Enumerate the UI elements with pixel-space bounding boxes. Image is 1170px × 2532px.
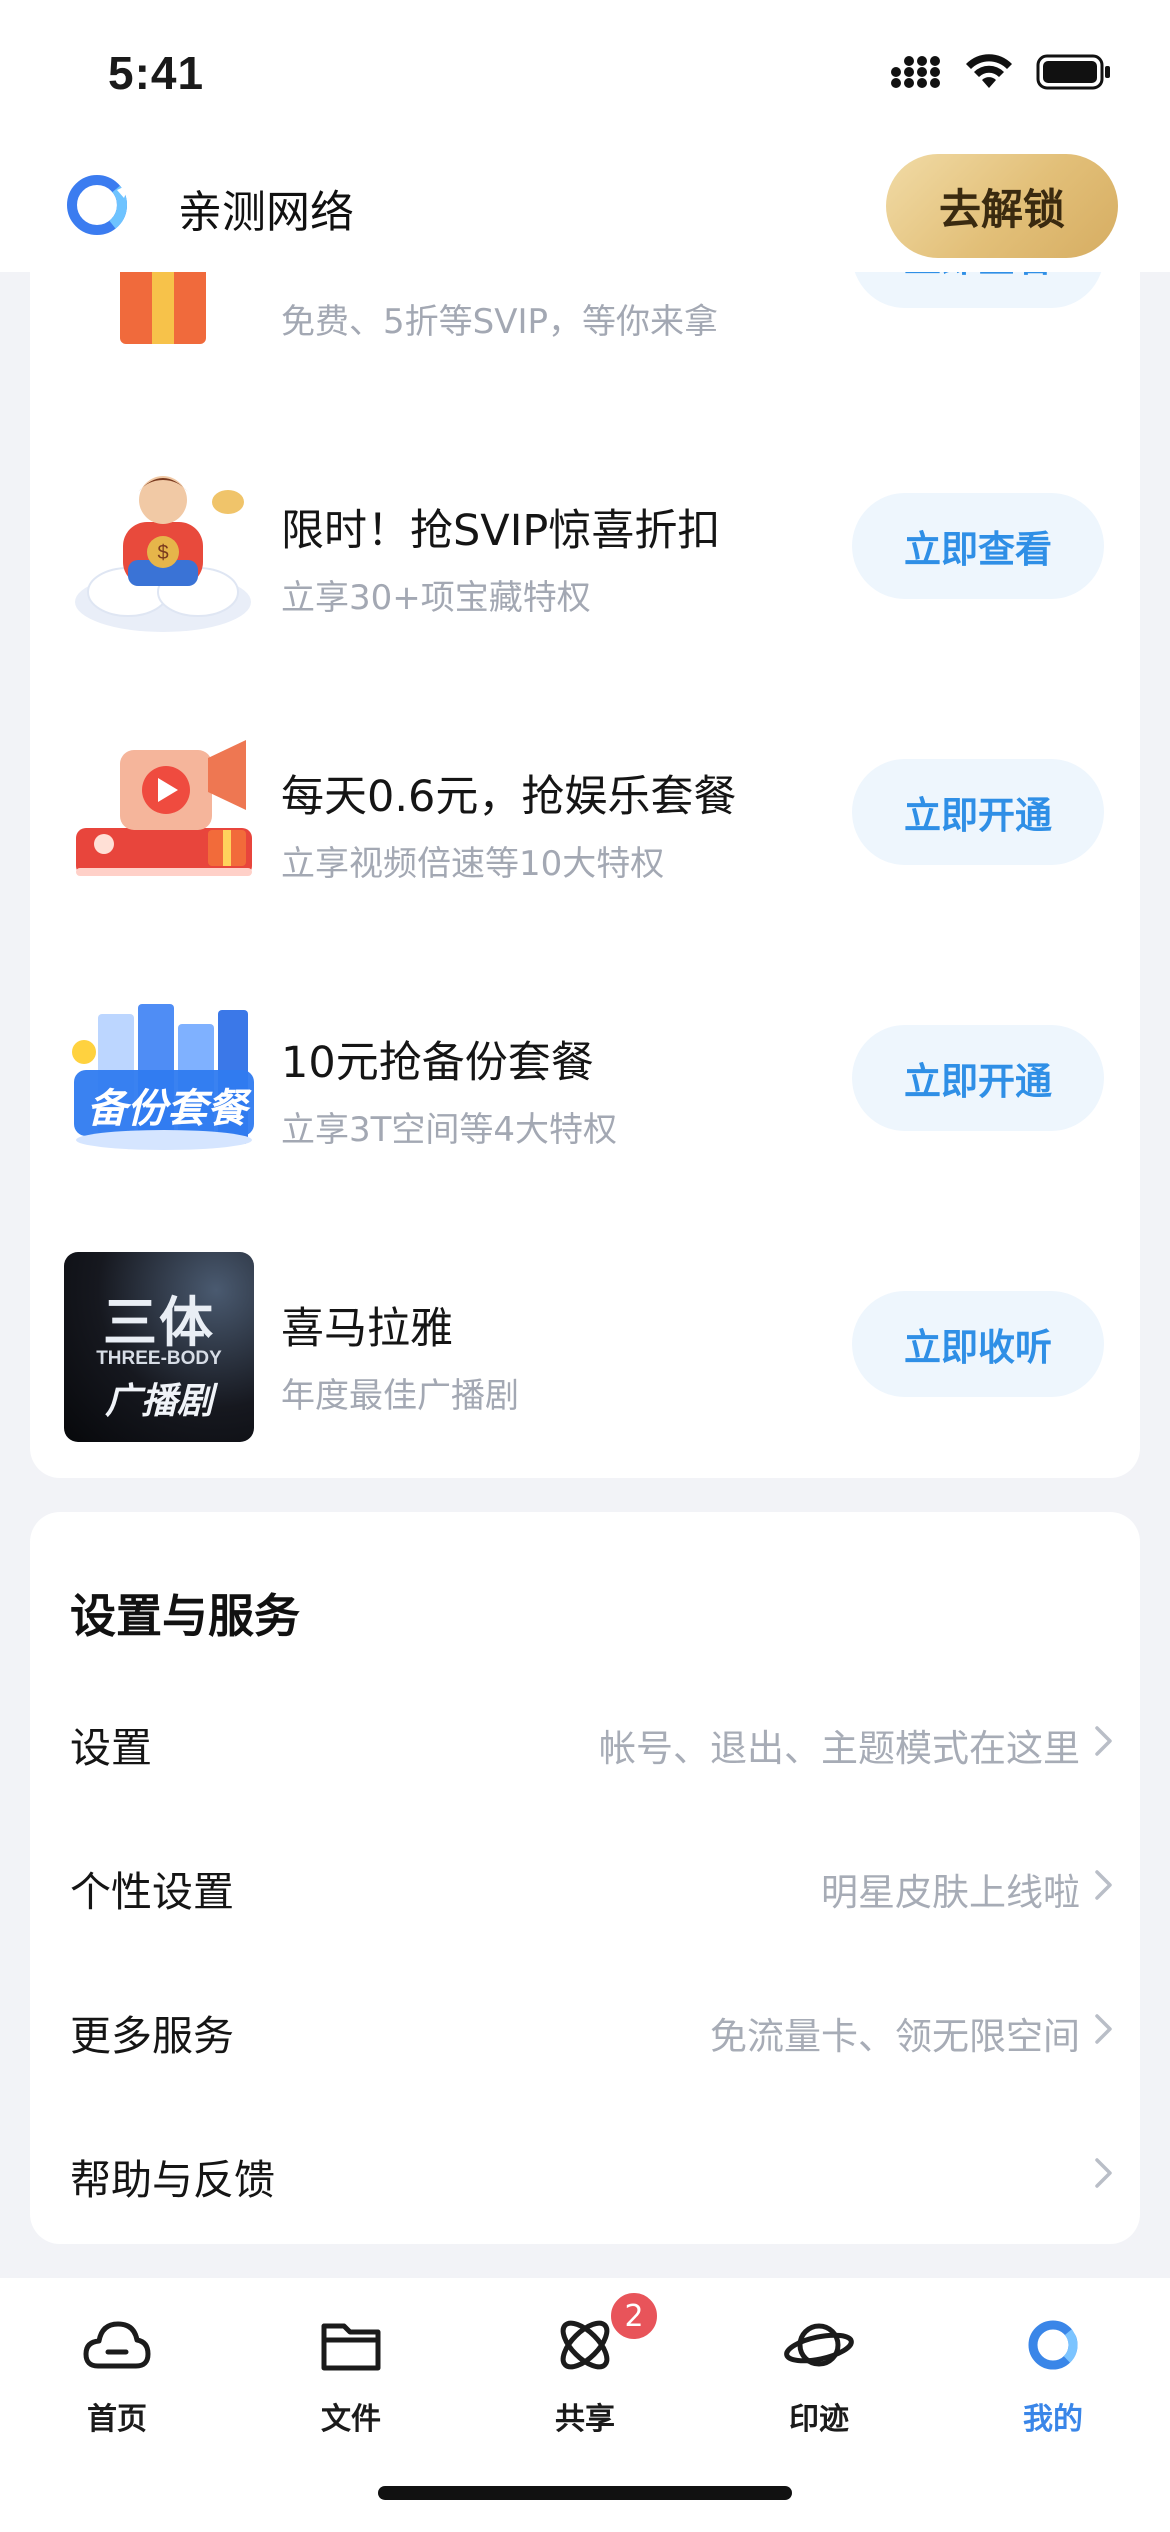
home-indicator: [378, 2486, 792, 2500]
tab-footprint[interactable]: 印迹: [702, 2278, 936, 2458]
row-hint: 明星皮肤上线啦: [821, 1871, 1080, 1914]
poster-tag: 广播剧: [104, 1381, 213, 1422]
promo-title: 限时！抢SVIP惊喜折扣: [281, 506, 721, 556]
settings-row-more-services[interactable]: 更多服务 免流量卡、领无限空间: [30, 1960, 1140, 2100]
unlock-button[interactable]: 去解锁: [886, 154, 1118, 258]
row-label: 个性设置: [70, 1868, 234, 1916]
status-icons: [890, 54, 1112, 90]
settings-card: 设置与服务 设置 帐号、退出、主题模式在这里 个性设置 明星皮肤上线啦 更多服务…: [30, 1512, 1140, 2244]
promo-button[interactable]: 立即开通: [852, 1025, 1104, 1131]
poster-subtitle: THREE-BODY: [96, 1348, 222, 1369]
promo-button[interactable]: 立即查看: [852, 493, 1104, 599]
tab-label: 文件: [321, 2402, 381, 2437]
promo-item[interactable]: 三体 THREE-BODY 广播剧 喜马拉雅 年度最佳广播剧 立即收听: [30, 1250, 1140, 1450]
promo-title: 喜马拉雅: [281, 1304, 453, 1354]
gift-box-icon: [120, 272, 206, 344]
chevron-right-icon: [1095, 1870, 1112, 1900]
row-label: 设置: [70, 1724, 152, 1772]
svg-text:$: $: [157, 542, 168, 564]
promo-title: 10元抢备份套餐: [281, 1038, 594, 1088]
chevron-right-icon: [1095, 2158, 1112, 2188]
three-body-poster: 三体 THREE-BODY 广播剧: [64, 1252, 254, 1442]
notification-badge: 2: [608, 2290, 660, 2342]
row-label: 帮助与反馈: [70, 2156, 275, 2204]
svip-discount-illustration: $: [75, 476, 251, 632]
planet-icon: [784, 2323, 854, 2367]
battery-icon: [1036, 54, 1110, 90]
tab-files[interactable]: 文件: [234, 2278, 468, 2458]
promo-subtitle: 免费、5折等SVIP，等你来拿: [281, 302, 719, 342]
backup-thumb-text: 备份套餐: [87, 1086, 247, 1132]
chevron-right-icon: [1095, 1726, 1112, 1756]
promo-button[interactable]: 立即收听: [852, 1291, 1104, 1397]
folder-icon: [321, 2323, 381, 2371]
wifi-icon: [966, 54, 1012, 88]
promo-button[interactable]: 立即开通: [852, 759, 1104, 865]
promo-subtitle: 立享视频倍速等10大特权: [281, 844, 665, 884]
cloud-icon: [83, 2321, 151, 2369]
promo-subtitle: 年度最佳广播剧: [281, 1376, 519, 1416]
promo-item[interactable]: 每天0.6元，抢娱乐套餐 立享视频倍速等10大特权 立即开通: [30, 718, 1140, 918]
settings-row-help-feedback[interactable]: 帮助与反馈: [30, 2104, 1140, 2244]
promo-subtitle: 立享30+项宝藏特权: [281, 578, 591, 618]
tab-home[interactable]: 首页: [0, 2278, 234, 2458]
app-logo-icon[interactable]: [62, 170, 132, 240]
status-bar: 5:41: [0, 0, 1170, 150]
row-hint: 帐号、退出、主题模式在这里: [599, 1727, 1080, 1770]
row-label: 更多服务: [70, 2012, 234, 2060]
row-hint: 免流量卡、领无限空间: [710, 2015, 1080, 2058]
chevron-right-icon: [1095, 2014, 1112, 2044]
tab-me[interactable]: 我的: [936, 2278, 1170, 2458]
tab-label: 印迹: [789, 2402, 849, 2437]
tab-label: 首页: [87, 2402, 147, 2437]
promo-item[interactable]: 免费、5折等SVIP，等你来拿 立即查看: [30, 272, 1140, 412]
app-header: 亲测网络 去解锁: [0, 150, 1170, 272]
settings-title: 设置与服务: [70, 1589, 300, 1643]
profile-logo-icon: [1028, 2320, 1082, 2370]
poster-title: 三体: [103, 1291, 215, 1354]
status-time: 5:41: [108, 47, 205, 99]
tab-share[interactable]: 2 共享: [468, 2278, 702, 2458]
entertainment-package-illustration: [76, 740, 252, 876]
promo-item[interactable]: 备份套餐 10元抢备份套餐 立享3T空间等4大特权 立即开通: [30, 984, 1140, 1184]
tab-label: 我的: [1023, 2402, 1083, 2437]
page-title: 亲测网络: [178, 187, 354, 238]
promo-item[interactable]: $ 限时！抢SVIP惊喜折扣 立享30+项宝藏特权 立即查看: [30, 452, 1140, 652]
cellular-signal-icon: [891, 56, 940, 88]
settings-row-personalization[interactable]: 个性设置 明星皮肤上线啦: [30, 1816, 1140, 1956]
settings-row-settings[interactable]: 设置 帐号、退出、主题模式在这里: [30, 1672, 1140, 1812]
backup-package-illustration: 备份套餐: [68, 984, 258, 1174]
promotions-card: 免费、5折等SVIP，等你来拿 立即查看 $ 限时！抢SVIP惊喜折扣 立享30…: [30, 272, 1140, 1478]
tab-label: 共享: [555, 2402, 615, 2437]
bottom-tab-bar: 首页 文件 2 共享 印迹 我的: [0, 2278, 1170, 2532]
promo-button[interactable]: 立即查看: [852, 272, 1104, 308]
promo-title: 每天0.6元，抢娱乐套餐: [281, 772, 737, 822]
promo-subtitle: 立享3T空间等4大特权: [281, 1110, 618, 1150]
